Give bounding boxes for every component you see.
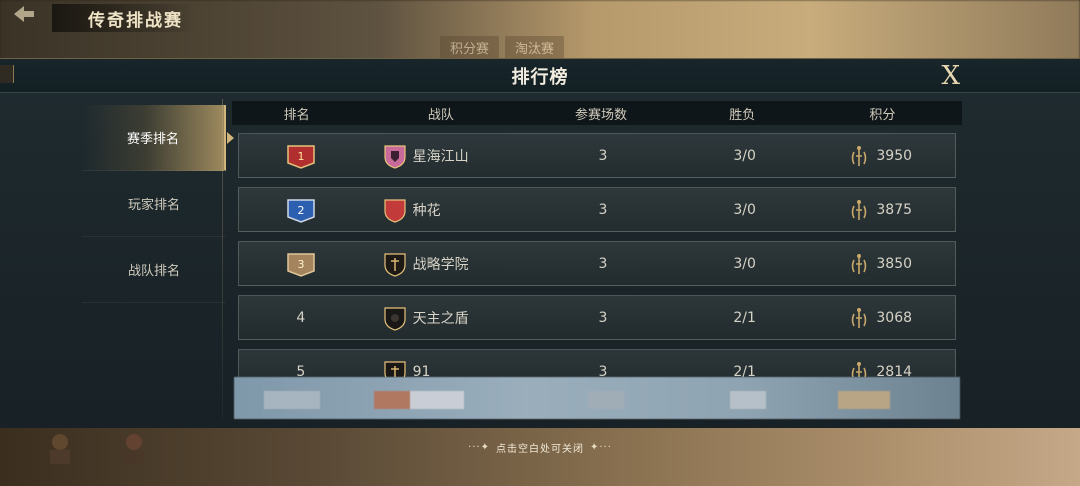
mosaic-block xyxy=(730,391,766,409)
bronze-rank-badge-icon: 3 xyxy=(287,252,315,277)
win-loss-cell: 3/0 xyxy=(733,147,756,164)
team-shield-icon xyxy=(384,144,406,169)
laurel-score-icon xyxy=(852,145,867,166)
team-name: 天主之盾 xyxy=(412,310,469,327)
table-row[interactable]: 1 星海江山 3 3/0 3950 xyxy=(238,133,956,178)
team-shield-icon xyxy=(384,198,406,223)
table-row[interactable]: 3 战略学院 3 3/0 3850 xyxy=(238,241,956,286)
score-value: 3950 xyxy=(876,147,913,164)
team-cell: 天主之盾 xyxy=(363,305,523,331)
header-team: 战队 xyxy=(427,107,454,123)
team-shield-icon xyxy=(384,360,406,377)
games-cell: 3 xyxy=(598,255,608,272)
team-cell: 星海江山 xyxy=(363,143,523,169)
team-name: 91 xyxy=(412,363,431,378)
team-shield-icon xyxy=(384,306,406,331)
mosaic-block xyxy=(838,391,890,409)
mosaic-block xyxy=(588,391,624,409)
team-cell: 91 xyxy=(363,359,523,378)
games-cell: 3 xyxy=(598,363,608,378)
games-cell: 3 xyxy=(598,147,608,164)
blurred-own-rank-strip xyxy=(234,377,960,419)
score-cell: 3875 xyxy=(805,198,955,222)
win-loss-cell: 3/0 xyxy=(733,201,756,218)
header-win-loss: 胜负 xyxy=(729,107,756,123)
close-hint[interactable]: ···✦ 点击空白处可关闭 ✦··· xyxy=(0,440,1080,455)
mosaic-block xyxy=(264,391,320,409)
score-value: 3875 xyxy=(876,201,913,218)
rank-cell: 1 xyxy=(239,143,363,169)
decor-left-icon: ···✦ xyxy=(468,442,490,453)
team-name: 战略学院 xyxy=(412,256,469,273)
silver-rank-badge-icon: 2 xyxy=(287,198,315,223)
decor-right-icon: ✦··· xyxy=(590,442,612,453)
score-value: 2814 xyxy=(876,363,913,378)
sidebar: 赛季排名 玩家排名 战队排名 xyxy=(82,105,234,303)
table-header: 排名 战队 参赛场数 胜负 积分 xyxy=(232,101,962,125)
games-cell: 3 xyxy=(598,309,608,326)
win-loss-cell: 2/1 xyxy=(733,309,756,326)
team-name: 种花 xyxy=(412,202,441,219)
rank-cell: 5 xyxy=(296,363,306,378)
close-button[interactable]: X xyxy=(941,61,960,91)
table-row[interactable]: 5 91 3 2/1 2814 xyxy=(238,349,956,377)
team-cell: 种花 xyxy=(363,197,523,223)
team-shield-icon xyxy=(384,252,406,277)
table-row[interactable]: 4 天主之盾 3 2/1 3068 xyxy=(238,295,956,340)
header-games: 参赛场数 xyxy=(574,107,627,123)
gold-rank-badge-icon: 1 xyxy=(287,144,315,169)
ranking-table[interactable]: 排名 战队 参赛场数 胜负 积分 1 星海江山 3 3/0 3950 2 种花 … xyxy=(232,101,964,377)
score-cell: 3950 xyxy=(805,144,955,168)
sidebar-divider xyxy=(222,99,223,419)
mosaic-block xyxy=(410,391,464,409)
background-bottom xyxy=(0,428,1080,486)
svg-text:1: 1 xyxy=(297,150,304,163)
rank-cell: 3 xyxy=(239,251,363,277)
score-value: 3068 xyxy=(876,309,913,326)
team-cell: 战略学院 xyxy=(363,251,523,277)
back-arrow-icon[interactable] xyxy=(10,4,36,24)
laurel-score-icon xyxy=(852,253,867,274)
background-tab: 积分赛 xyxy=(440,36,500,59)
mosaic-block xyxy=(374,391,410,409)
svg-text:2: 2 xyxy=(297,204,304,217)
background-tabs: 积分赛 淘汰赛 xyxy=(440,36,565,59)
rank-cell: 2 xyxy=(239,197,363,223)
sidebar-item-player-rank[interactable]: 玩家排名 xyxy=(82,171,226,237)
laurel-score-icon xyxy=(852,307,867,328)
score-value: 3850 xyxy=(876,255,913,272)
title-bar: 排行榜 X xyxy=(0,59,1080,93)
win-loss-cell: 3/0 xyxy=(733,255,756,272)
leaderboard-panel: 排行榜 X 赛季排名 玩家排名 战队排名 排名 战队 参赛场数 胜负 积分 1 xyxy=(0,58,1080,428)
laurel-score-icon xyxy=(852,199,867,220)
sidebar-item-season-rank[interactable]: 赛季排名 xyxy=(82,105,234,171)
background-tab: 淘汰赛 xyxy=(505,36,565,59)
svg-text:3: 3 xyxy=(297,258,304,271)
score-cell: 2814 xyxy=(805,360,955,378)
games-cell: 3 xyxy=(598,201,608,218)
score-cell: 3068 xyxy=(805,306,955,330)
table-row[interactable]: 2 种花 3 3/0 3875 xyxy=(238,187,956,232)
score-cell: 3850 xyxy=(805,252,955,276)
win-loss-cell: 2/1 xyxy=(733,363,756,378)
laurel-score-icon xyxy=(852,361,867,377)
close-hint-text: 点击空白处可关闭 xyxy=(496,444,584,455)
team-name: 星海江山 xyxy=(412,148,469,165)
header-score: 积分 xyxy=(869,107,896,123)
sidebar-item-team-rank[interactable]: 战队排名 xyxy=(82,237,226,303)
rank-cell: 4 xyxy=(296,309,306,326)
panel-title: 排行榜 xyxy=(511,66,569,88)
edge-tab[interactable] xyxy=(0,65,14,83)
header-rank: 排名 xyxy=(283,107,310,123)
background-title: 传奇排战赛 xyxy=(52,4,197,32)
